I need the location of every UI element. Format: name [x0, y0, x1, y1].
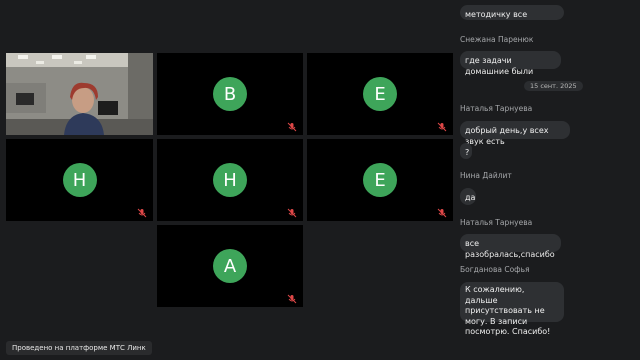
participant-avatar: Е	[363, 163, 397, 197]
chat-message-bubble: все разобралась,спасибо	[460, 234, 561, 259]
chat-message-text: ?	[465, 148, 470, 157]
camera-video-feed	[6, 53, 153, 135]
mic-off-icon	[287, 122, 297, 132]
chat-message-text: добрый день,у всех звук есть	[465, 126, 549, 146]
participant-tile-a1[interactable]: А	[157, 225, 303, 307]
participant-tile-video[interactable]	[6, 53, 153, 135]
chat-sender-name: Наталья Тарнуева	[460, 104, 533, 113]
mic-off-icon	[437, 208, 447, 218]
participant-tile-n2[interactable]: Н	[157, 139, 303, 221]
chat-message-bubble: методичку все смотрят!?	[460, 5, 564, 20]
participant-tile-n1[interactable]: Н	[6, 139, 153, 221]
participant-tile-b1[interactable]: В	[157, 53, 303, 135]
chat-message-text: методичку все смотрят!?	[465, 10, 528, 19]
chat-sender-name: Нина Дайлит	[460, 171, 512, 180]
chat-message-bubble: добрый день,у всех звук есть	[460, 121, 570, 146]
participant-avatar: В	[213, 77, 247, 111]
mic-off-icon	[137, 208, 147, 218]
chat-sender-name: Наталья Тарнуева	[460, 218, 533, 227]
participant-avatar: Н	[213, 163, 247, 197]
chat-message-text: где задачи домашние были	[465, 56, 534, 76]
chat-message-bubble: ?	[460, 143, 472, 159]
platform-footer-badge: Проведено на платформе МТС Линк	[6, 341, 152, 355]
participant-avatar: Н	[62, 163, 97, 197]
mic-off-icon	[287, 208, 297, 218]
chat-message-bubble: К сожалению, дальше присутствовать не мо…	[460, 282, 564, 336]
participant-tile-e1[interactable]: Е	[307, 53, 453, 135]
participant-avatar: Е	[363, 77, 397, 111]
chat-message-bubble: где задачи домашние были	[460, 51, 561, 76]
date-separator: 15 сент. 2025	[524, 81, 583, 91]
chat-panel: методичку все смотрят!? Снежана Паренюк …	[452, 0, 640, 360]
participant-avatar: А	[213, 249, 247, 283]
chat-message-text: К сожалению, дальше присутствовать не мо…	[465, 285, 551, 336]
participant-tile-e2[interactable]: Е	[307, 139, 453, 221]
chat-sender-name: Снежана Паренюк	[460, 35, 534, 44]
mic-off-icon	[287, 294, 297, 304]
chat-message-text: да	[465, 193, 476, 202]
chat-message-text: все разобралась,спасибо	[465, 239, 555, 259]
chat-message-bubble: да	[460, 188, 476, 205]
mic-off-icon	[437, 122, 447, 132]
chat-sender-name: Богданова Софья	[460, 265, 530, 274]
